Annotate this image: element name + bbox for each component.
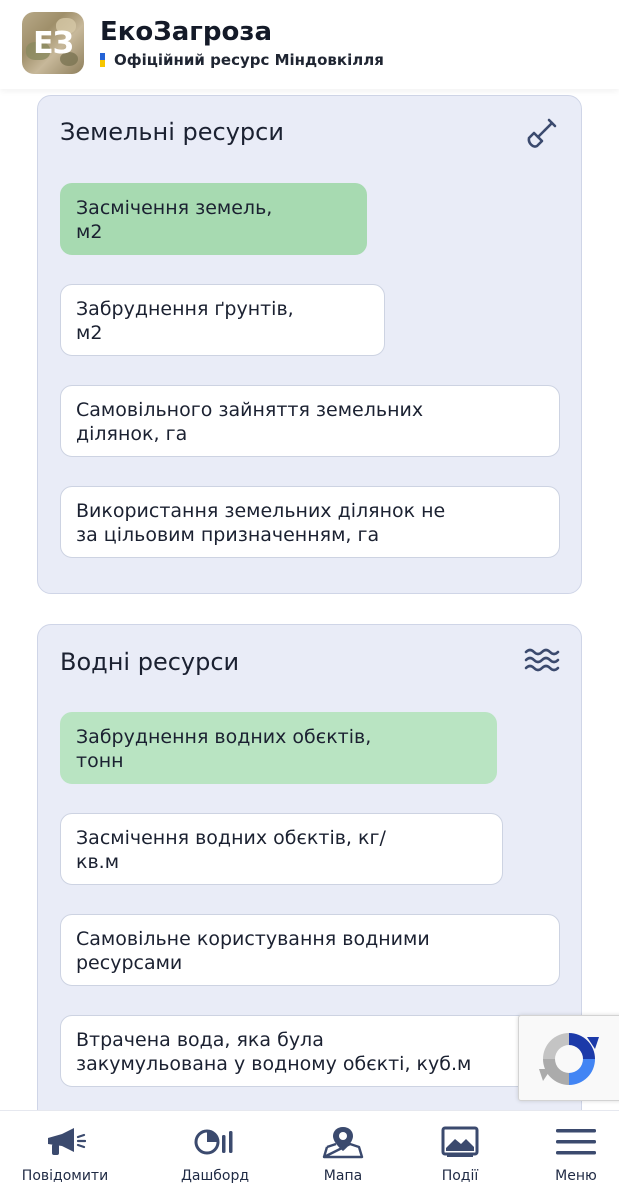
- item-label-line1: Самовільне користування водними: [76, 928, 430, 950]
- shovel-icon: [525, 116, 559, 154]
- nav-events[interactable]: Події: [405, 1111, 515, 1200]
- item-label-line2: за цільовим призначенням, га: [76, 524, 380, 546]
- item-label-line2: м2: [76, 322, 103, 344]
- app-header: ЕЗ ЕкоЗагроза Офіційний ресурс Міндовкіл…: [0, 0, 619, 89]
- item-label-line2: кв.м: [76, 851, 120, 873]
- nav-label: Меню: [555, 1168, 597, 1184]
- app-logo[interactable]: ЕЗ: [22, 12, 84, 74]
- item-label-line1: Самовільного зайняття земельних: [76, 399, 424, 421]
- events-icon: [441, 1126, 479, 1157]
- land-item-3[interactable]: Використання земельних ділянок не за ціл…: [60, 486, 560, 558]
- water-item-3[interactable]: Втрачена вода, яка була закумульована у …: [60, 1015, 560, 1087]
- nav-report[interactable]: Повідомити: [10, 1111, 120, 1200]
- card-title: Земельні ресурси: [60, 118, 284, 146]
- item-label-line1: Забруднення ґрунтів,: [76, 298, 294, 320]
- item-label-line1: Засмічення водних обєктів, кг/: [76, 827, 386, 849]
- recaptcha-icon: [539, 1033, 599, 1085]
- map-icon: [322, 1127, 364, 1159]
- item-label-line1: Втрачена вода, яка була: [76, 1029, 324, 1051]
- item-label-line1: Забруднення водних обєктів,: [76, 726, 372, 748]
- land-item-1[interactable]: Забруднення ґрунтів, м2: [60, 284, 385, 356]
- nav-menu[interactable]: Меню: [521, 1111, 619, 1200]
- card-title: Водні ресурси: [60, 648, 240, 676]
- waves-icon: [524, 647, 562, 679]
- item-label-line2: м2: [76, 221, 103, 243]
- logo-text: ЕЗ: [33, 25, 74, 61]
- nav-label: Події: [441, 1168, 479, 1184]
- land-item-0[interactable]: Засмічення земель, м2: [60, 183, 367, 255]
- land-resources-card: Земельні ресурси Засмічення земель, м2 З…: [37, 95, 582, 594]
- recaptcha-badge[interactable]: [518, 1015, 619, 1101]
- item-label-line2: тонн: [76, 750, 124, 772]
- item-label-line1: Засмічення земель,: [76, 197, 273, 219]
- item-label-line2: ресурсами: [76, 952, 183, 974]
- dashboard-icon: [194, 1129, 233, 1155]
- menu-icon: [556, 1129, 596, 1155]
- app-title: ЕкоЗагроза: [100, 17, 272, 47]
- water-item-2[interactable]: Самовільне користування водними ресурсам…: [60, 914, 560, 986]
- item-label-line1: Використання земельних ділянок не: [76, 500, 446, 522]
- water-item-0[interactable]: Забруднення водних обєктів, тонн: [60, 712, 497, 784]
- nav-label: Дашборд: [180, 1168, 250, 1184]
- land-item-2[interactable]: Самовільного зайняття земельних ділянок,…: [60, 385, 560, 457]
- bottom-navigation: Повідомити Дашборд Мапа Події Меню: [0, 1110, 619, 1200]
- water-item-1[interactable]: Засмічення водних обєктів, кг/ кв.м: [60, 813, 503, 885]
- nav-label: Повідомити: [21, 1168, 109, 1184]
- nav-label: Мапа: [323, 1168, 363, 1184]
- app-subtitle: Офіційний ресурс Міндовкілля: [114, 51, 384, 69]
- megaphone-icon: [48, 1128, 86, 1155]
- nav-map[interactable]: Мапа: [288, 1111, 398, 1200]
- water-resources-card: Водні ресурси Забруднення водних обєктів…: [37, 624, 582, 1124]
- ukraine-flag-icon: [100, 53, 105, 67]
- item-label-line2: закумульована у водному обєкті, куб.м: [76, 1053, 472, 1075]
- nav-dashboard[interactable]: Дашборд: [160, 1111, 270, 1200]
- item-label-line2: ділянок, га: [76, 423, 188, 445]
